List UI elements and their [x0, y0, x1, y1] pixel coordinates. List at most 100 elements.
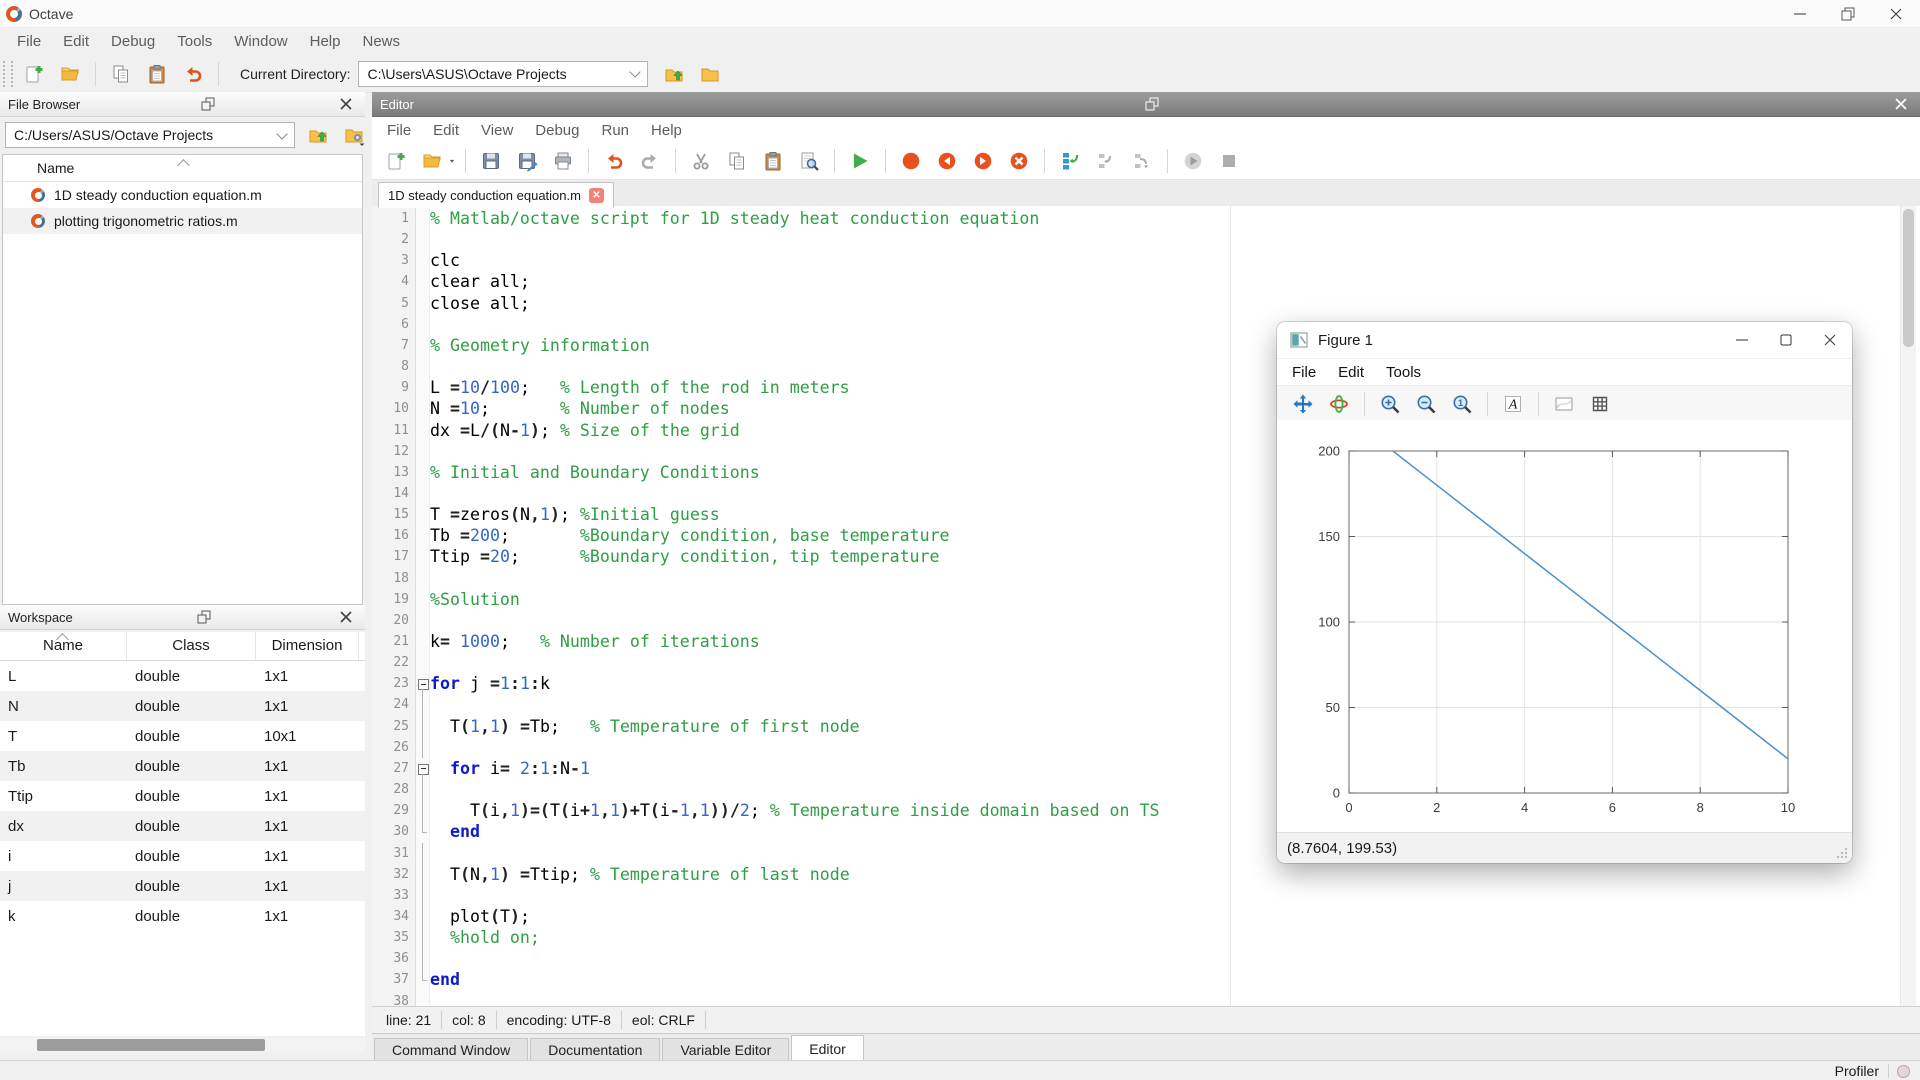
panel-close-icon[interactable] [335, 607, 357, 627]
next-breakpoint-icon[interactable] [968, 146, 998, 176]
cut-icon[interactable] [686, 146, 716, 176]
fold-collapse-icon[interactable] [418, 679, 429, 691]
menu-debug[interactable]: Debug [100, 33, 166, 50]
pan-icon[interactable] [1288, 389, 1318, 419]
menu-file[interactable]: File [376, 122, 422, 139]
tab-close-icon[interactable]: ✕ [588, 187, 604, 203]
open-folder-icon[interactable] [55, 59, 85, 89]
rotate-icon[interactable] [1324, 389, 1354, 419]
save-as-icon[interactable] [512, 146, 542, 176]
folder-actions-icon[interactable] [339, 120, 369, 150]
zoom-original-icon[interactable]: 1 [1447, 389, 1477, 419]
menu-edit[interactable]: Edit [1327, 364, 1375, 381]
resize-grip[interactable] [1836, 847, 1848, 859]
menu-file[interactable]: File [1281, 364, 1327, 381]
dock-tab-command-window[interactable]: Command Window [374, 1038, 529, 1062]
new-script-icon[interactable] [19, 59, 49, 89]
insert-text-icon[interactable]: A [1498, 389, 1528, 419]
menu-run[interactable]: Run [590, 122, 640, 139]
close-icon[interactable] [1872, 0, 1920, 27]
menu-file[interactable]: File [6, 33, 52, 50]
paste-icon[interactable] [142, 59, 172, 89]
menu-edit[interactable]: Edit [422, 122, 470, 139]
run-icon[interactable] [845, 146, 875, 176]
column-header-class[interactable]: Class [127, 632, 256, 660]
scrollbar-thumb[interactable] [37, 1039, 265, 1051]
menu-edit[interactable]: Edit [52, 33, 100, 50]
dock-tab-editor[interactable]: Editor [791, 1035, 864, 1062]
minimize-icon[interactable] [1720, 323, 1764, 357]
redo-icon[interactable] [635, 146, 665, 176]
menu-debug[interactable]: Debug [524, 122, 590, 139]
close-icon[interactable] [1808, 323, 1852, 357]
horizontal-scrollbar[interactable] [0, 1038, 365, 1052]
chevron-down-icon[interactable] [276, 127, 288, 140]
column-header-dimension[interactable]: Dimension [256, 632, 359, 660]
figure-title-bar[interactable]: Figure 1 [1277, 322, 1852, 359]
step-in-icon[interactable] [1091, 146, 1121, 176]
step-out-icon[interactable] [1127, 146, 1157, 176]
open-folder-icon[interactable] [417, 146, 447, 176]
fold-margin[interactable] [416, 206, 430, 1006]
undock-icon[interactable] [1141, 94, 1163, 114]
workspace-row[interactable]: k double 1x1 [0, 901, 365, 931]
save-icon[interactable] [476, 146, 506, 176]
grid-icon[interactable] [1585, 389, 1615, 419]
folder-browse-icon[interactable] [695, 59, 725, 89]
continue-icon[interactable] [1178, 146, 1208, 176]
restore-icon[interactable] [1824, 0, 1872, 27]
dock-tab-variable-editor[interactable]: Variable Editor [662, 1038, 790, 1062]
workspace-row[interactable]: Ldouble 1x1 [0, 661, 365, 691]
menu-news[interactable]: News [351, 33, 411, 50]
profiler-toggle[interactable] [1897, 1064, 1910, 1078]
workspace-row[interactable]: Ttip double 1x1 [0, 781, 365, 811]
menu-tools[interactable]: Tools [166, 33, 223, 50]
menu-window[interactable]: Window [223, 33, 298, 50]
zoom-in-icon[interactable] [1375, 389, 1405, 419]
vertical-scrollbar[interactable] [1900, 206, 1916, 1006]
plot-canvas[interactable]: 0 2 4 6 8 10 0 50 100 150 200 [1277, 420, 1852, 832]
menu-help[interactable]: Help [640, 122, 693, 139]
copy-icon[interactable] [106, 59, 136, 89]
toolbar-drag-handle[interactable] [3, 60, 13, 87]
workspace-row[interactable]: Tb double 1x1 [0, 751, 365, 781]
breakpoint-icon[interactable] [896, 146, 926, 176]
copy-icon[interactable] [722, 146, 752, 176]
undock-icon[interactable] [193, 607, 215, 627]
panel-close-icon[interactable] [1890, 94, 1912, 114]
folder-up-icon[interactable] [659, 59, 689, 89]
scrollbar-thumb[interactable] [1903, 209, 1914, 347]
caret-down-icon[interactable] [446, 150, 458, 172]
workspace-row[interactable]: j double 1x1 [0, 871, 365, 901]
dock-tab-documentation[interactable]: Documentation [530, 1038, 661, 1062]
zoom-out-icon[interactable] [1411, 389, 1441, 419]
tab-file[interactable]: 1D steady conduction equation.m ✕ [378, 182, 614, 208]
stop-icon[interactable] [1214, 146, 1244, 176]
workspace-column-headers[interactable]: Name Class Dimension [0, 632, 365, 661]
undo-icon[interactable] [599, 146, 629, 176]
undock-icon[interactable] [197, 94, 219, 114]
folder-up-icon[interactable] [303, 120, 333, 150]
file-list-item[interactable]: plotting trigonometric ratios.m [3, 208, 362, 234]
panel-close-icon[interactable] [335, 94, 357, 114]
fold-collapse-icon[interactable] [418, 763, 429, 775]
clear-breakpoints-icon[interactable] [1004, 146, 1034, 176]
current-directory-combobox[interactable]: C:\Users\ASUS\Octave Projects [358, 60, 649, 87]
workspace-row[interactable]: dx double 1x1 [0, 811, 365, 841]
menu-tools[interactable]: Tools [1375, 364, 1432, 381]
prev-breakpoint-icon[interactable] [932, 146, 962, 176]
minimize-icon[interactable] [1776, 0, 1824, 27]
new-script-icon[interactable] [381, 146, 411, 176]
axes-style-icon[interactable] [1549, 389, 1579, 419]
file-list-header[interactable]: Name [3, 155, 362, 182]
file-list-item[interactable]: 1D steady conduction equation.m [3, 182, 362, 208]
workspace-row[interactable]: i double 1x1 [0, 841, 365, 871]
workspace-row[interactable]: Ndouble 1x1 [0, 691, 365, 721]
workspace-row[interactable]: Tdouble 10x1 [0, 721, 365, 751]
chevron-down-icon[interactable] [629, 66, 642, 78]
find-icon[interactable] [794, 146, 824, 176]
menu-help[interactable]: Help [299, 33, 352, 50]
menu-view[interactable]: View [470, 122, 524, 139]
step-icon[interactable] [1055, 146, 1085, 176]
paste-icon[interactable] [758, 146, 788, 176]
